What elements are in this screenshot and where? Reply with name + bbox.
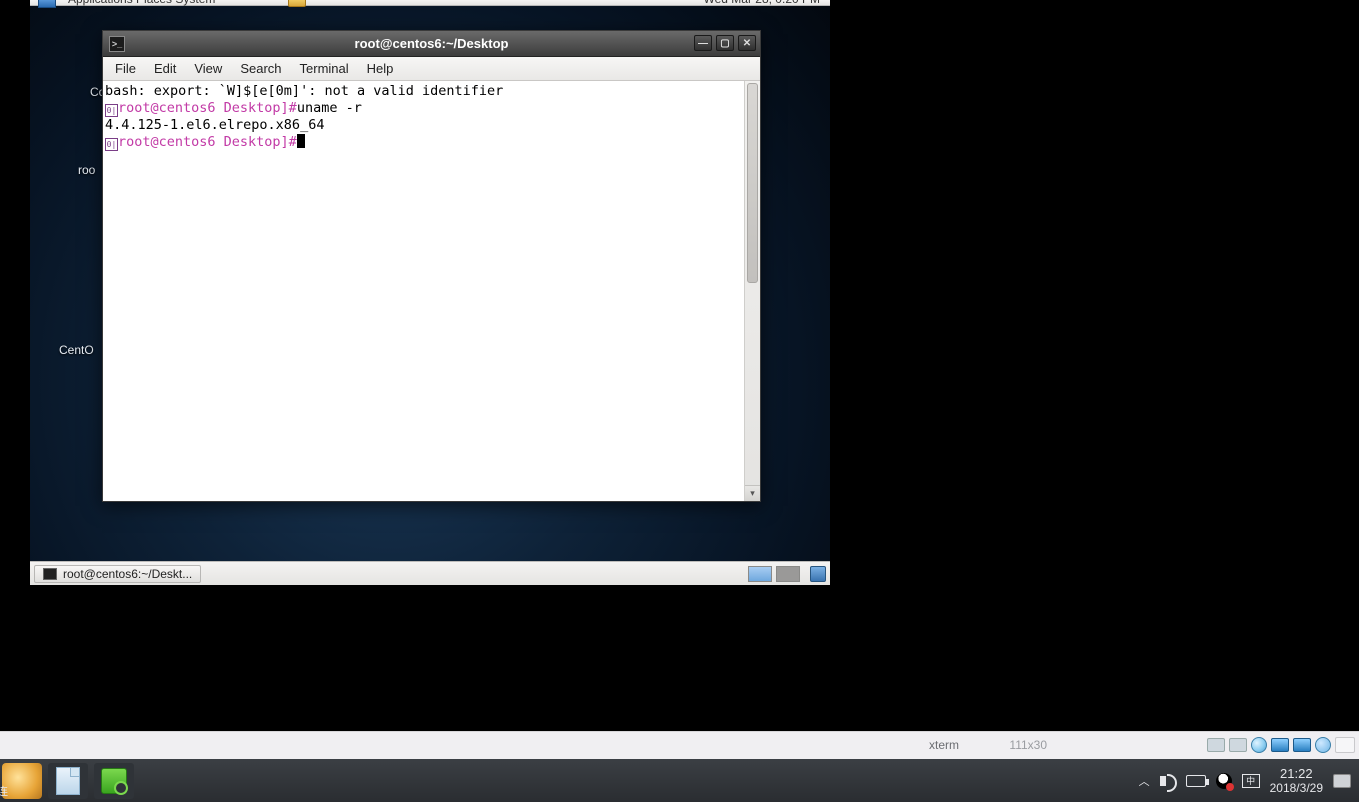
maximize-button[interactable]: ▢ [716, 35, 734, 51]
document-icon [56, 767, 80, 795]
vm-desktop: Applications Places System Wed Mar 28, 0… [30, 0, 830, 585]
close-button[interactable]: ✕ [738, 35, 756, 51]
gnome-top-menu-labels[interactable]: Applications Places System [68, 0, 215, 6]
notification-icon[interactable] [1335, 737, 1355, 753]
gnome-clock: Wed Mar 28, 0:20 PM [704, 0, 821, 6]
xterm-label: xterm [929, 738, 959, 752]
app-icon [101, 768, 127, 794]
menu-terminal[interactable]: Terminal [292, 59, 357, 78]
shell-prompt: root@centos6 Desktop]# [118, 134, 297, 150]
terminal-icon: >_ [109, 36, 125, 52]
scrollbar-thumb[interactable] [747, 83, 758, 283]
menu-view[interactable]: View [186, 59, 230, 78]
host-status-strip: xterm 111x30 [0, 731, 1359, 759]
workspace-switcher-2[interactable] [776, 566, 800, 582]
network-icon[interactable] [1271, 738, 1289, 752]
disk-icon[interactable] [1207, 738, 1225, 752]
qq-tray-icon[interactable] [1216, 773, 1232, 789]
gnome-bottom-panel: root@centos6:~/Deskt... [30, 561, 830, 585]
minimize-button[interactable]: — [694, 35, 712, 51]
tray-clock[interactable]: 21:22 2018/3/29 [1270, 767, 1323, 795]
system-tray: ︿ 中 21:22 2018/3/29 [1139, 767, 1359, 795]
connection-status-label: 未连 [0, 783, 8, 799]
taskbar-pinned-app[interactable] [48, 763, 88, 799]
applications-menu-icon[interactable] [38, 0, 56, 8]
terminal-menubar: File Edit View Search Terminal Help [103, 57, 760, 81]
tray-time: 21:22 [1270, 767, 1323, 781]
workspace-switcher-1[interactable] [748, 566, 772, 582]
menu-search[interactable]: Search [232, 59, 289, 78]
taskbar-item-label: root@centos6:~/Deskt... [63, 567, 192, 581]
action-center-icon[interactable] [1333, 774, 1351, 788]
text-cursor [297, 134, 305, 148]
terminal-line: 4.4.125-1.el6.elrepo.x86_64 [105, 117, 324, 133]
taskbar-pinned-app[interactable] [94, 763, 134, 799]
network-icon[interactable] [1293, 738, 1311, 752]
menu-edit[interactable]: Edit [146, 59, 184, 78]
ime-indicator[interactable]: 中 [1242, 774, 1260, 788]
shell-command: uname -r [297, 100, 362, 116]
scroll-down-icon[interactable]: ▾ [745, 485, 760, 501]
battery-icon[interactable] [1186, 775, 1206, 787]
shell-prompt: root@centos6 Desktop]# [118, 100, 297, 116]
menu-file[interactable]: File [107, 59, 144, 78]
host-taskbar: 未连 ︿ 中 21:22 2018/3/29 [0, 759, 1359, 802]
globe-icon[interactable] [1251, 737, 1267, 753]
term-dimensions-label: 111x30 [1009, 738, 1047, 752]
places-folder-icon[interactable] [288, 0, 306, 7]
window-title: root@centos6:~/Desktop [103, 36, 760, 51]
tray-date: 2018/3/29 [1270, 781, 1323, 795]
prompt-glyph-icon: 0| [105, 104, 118, 117]
terminal-scrollbar[interactable]: ▾ [744, 81, 760, 501]
audio-icon[interactable] [1315, 737, 1331, 753]
disk-icon[interactable] [1229, 738, 1247, 752]
terminal-window: >_ root@centos6:~/Desktop — ▢ ✕ File Edi… [102, 30, 761, 502]
terminal-text-area[interactable]: bash: export: `W]$[e[0m]': not a valid i… [103, 81, 744, 501]
taskbar-item-terminal[interactable]: root@centos6:~/Deskt... [34, 565, 201, 583]
terminal-line: bash: export: `W]$[e[0m]': not a valid i… [105, 83, 503, 99]
window-titlebar[interactable]: >_ root@centos6:~/Desktop — ▢ ✕ [103, 31, 760, 57]
terminal-icon [43, 568, 57, 580]
desktop-icon-label[interactable]: CentO [59, 343, 94, 357]
desktop-icon-label[interactable]: roo [78, 163, 95, 177]
trash-icon[interactable] [810, 566, 826, 582]
start-button[interactable] [2, 763, 42, 799]
volume-icon[interactable] [1160, 774, 1176, 788]
menu-help[interactable]: Help [359, 59, 402, 78]
tray-chevron-up-icon[interactable]: ︿ [1139, 773, 1150, 789]
prompt-glyph-icon: 0| [105, 138, 118, 151]
gnome-top-panel: Applications Places System Wed Mar 28, 0… [30, 0, 830, 6]
terminal-body: bash: export: `W]$[e[0m]': not a valid i… [103, 81, 760, 501]
